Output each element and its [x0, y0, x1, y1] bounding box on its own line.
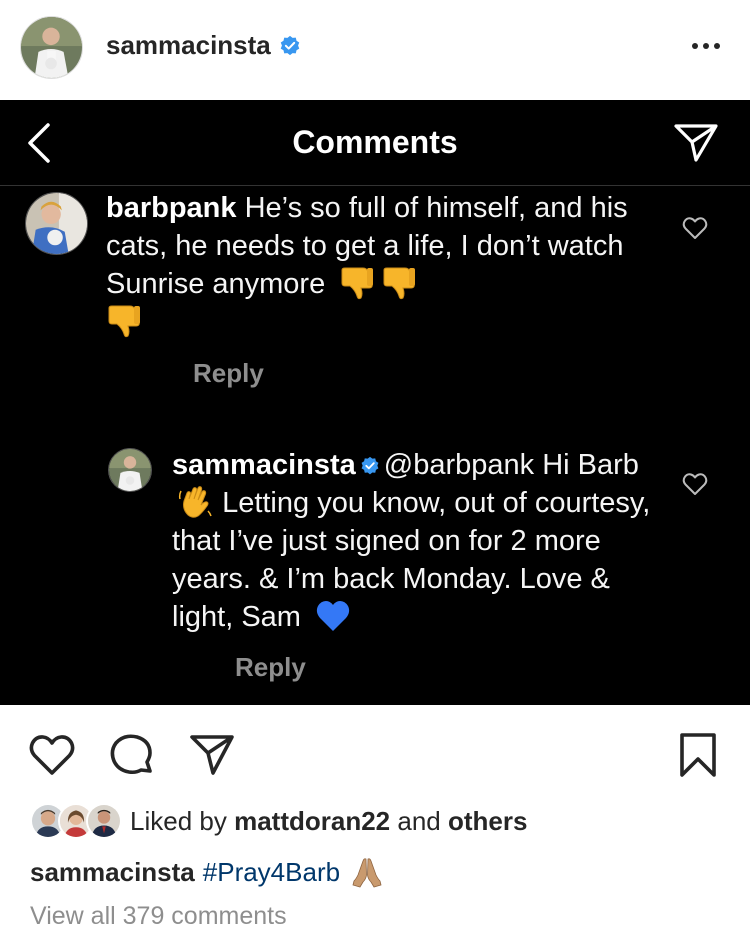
reply-body: sammacinsta @barbpank Hi Barb Letting you… [172, 446, 652, 636]
verified-badge-icon [360, 456, 380, 476]
liker-username[interactable]: mattdoran22 [234, 806, 390, 836]
comments-nav-bar: Comments [0, 100, 750, 186]
ellipsis-dot [703, 43, 709, 49]
comments-title: Comments [292, 124, 458, 160]
view-all-comments-link[interactable]: View all 379 comments [30, 902, 287, 931]
post-author-avatar[interactable] [20, 16, 83, 79]
comment-body: barbpank He’s so full of himself, and hi… [106, 189, 666, 341]
reply-label: Reply [193, 358, 264, 388]
likes-conjunction: and [397, 805, 441, 836]
caption-hashtag[interactable]: #Pray4Barb [203, 857, 340, 888]
likes-summary: Liked by mattdoran22 and others [130, 806, 527, 837]
avatar-photo [21, 17, 82, 78]
thumbs-down-icon [106, 304, 142, 338]
waving-hand-icon [178, 485, 214, 519]
reply-label: Reply [235, 652, 306, 682]
thumbs-down-icon [339, 266, 375, 300]
reply-text-part1: @barbpank Hi Barb [383, 449, 639, 481]
likes-prefix: Liked by [130, 805, 227, 836]
share-icon[interactable] [188, 731, 236, 779]
comment-heart-icon [682, 472, 708, 496]
liker-avatar [86, 803, 122, 839]
folded-hands-icon [350, 855, 384, 889]
post-header: sammacinsta [0, 0, 750, 100]
ellipsis-icon [692, 43, 698, 49]
verified-badge-icon [279, 35, 301, 57]
comments-screenshot: Comments barbpank He’s so full of himsel… [0, 100, 750, 705]
likes-others-link[interactable]: others [448, 806, 527, 836]
avatar-photo [109, 449, 151, 491]
caption-username[interactable]: sammacinsta [30, 857, 195, 888]
post-caption: sammacinsta #Pray4Barb [30, 855, 384, 889]
heart-icon[interactable] [28, 731, 76, 779]
comment-heart-icon [682, 216, 708, 240]
post-author-username[interactable]: sammacinsta [106, 30, 271, 61]
avatar-photo [26, 193, 87, 254]
thumbs-down-icon [381, 266, 417, 300]
commenter-avatar [25, 192, 88, 255]
bookmark-icon[interactable] [676, 731, 720, 779]
post-action-bar [0, 705, 750, 801]
reply-username: sammacinsta [172, 449, 356, 481]
direct-send-icon [672, 122, 720, 164]
more-options-button[interactable] [688, 34, 724, 58]
comment-username: barbpank [106, 192, 237, 224]
reply-text-part2: Letting you know, out of courtesy, that … [172, 487, 651, 633]
ellipsis-dot [714, 43, 720, 49]
post-author[interactable]: sammacinsta [106, 30, 301, 61]
reply-avatar [108, 448, 152, 492]
blue-heart-icon [315, 599, 351, 633]
likes-row[interactable]: Liked by mattdoran22 and others [30, 803, 527, 839]
comment-icon[interactable] [108, 731, 156, 779]
liker-avatars [30, 803, 122, 839]
